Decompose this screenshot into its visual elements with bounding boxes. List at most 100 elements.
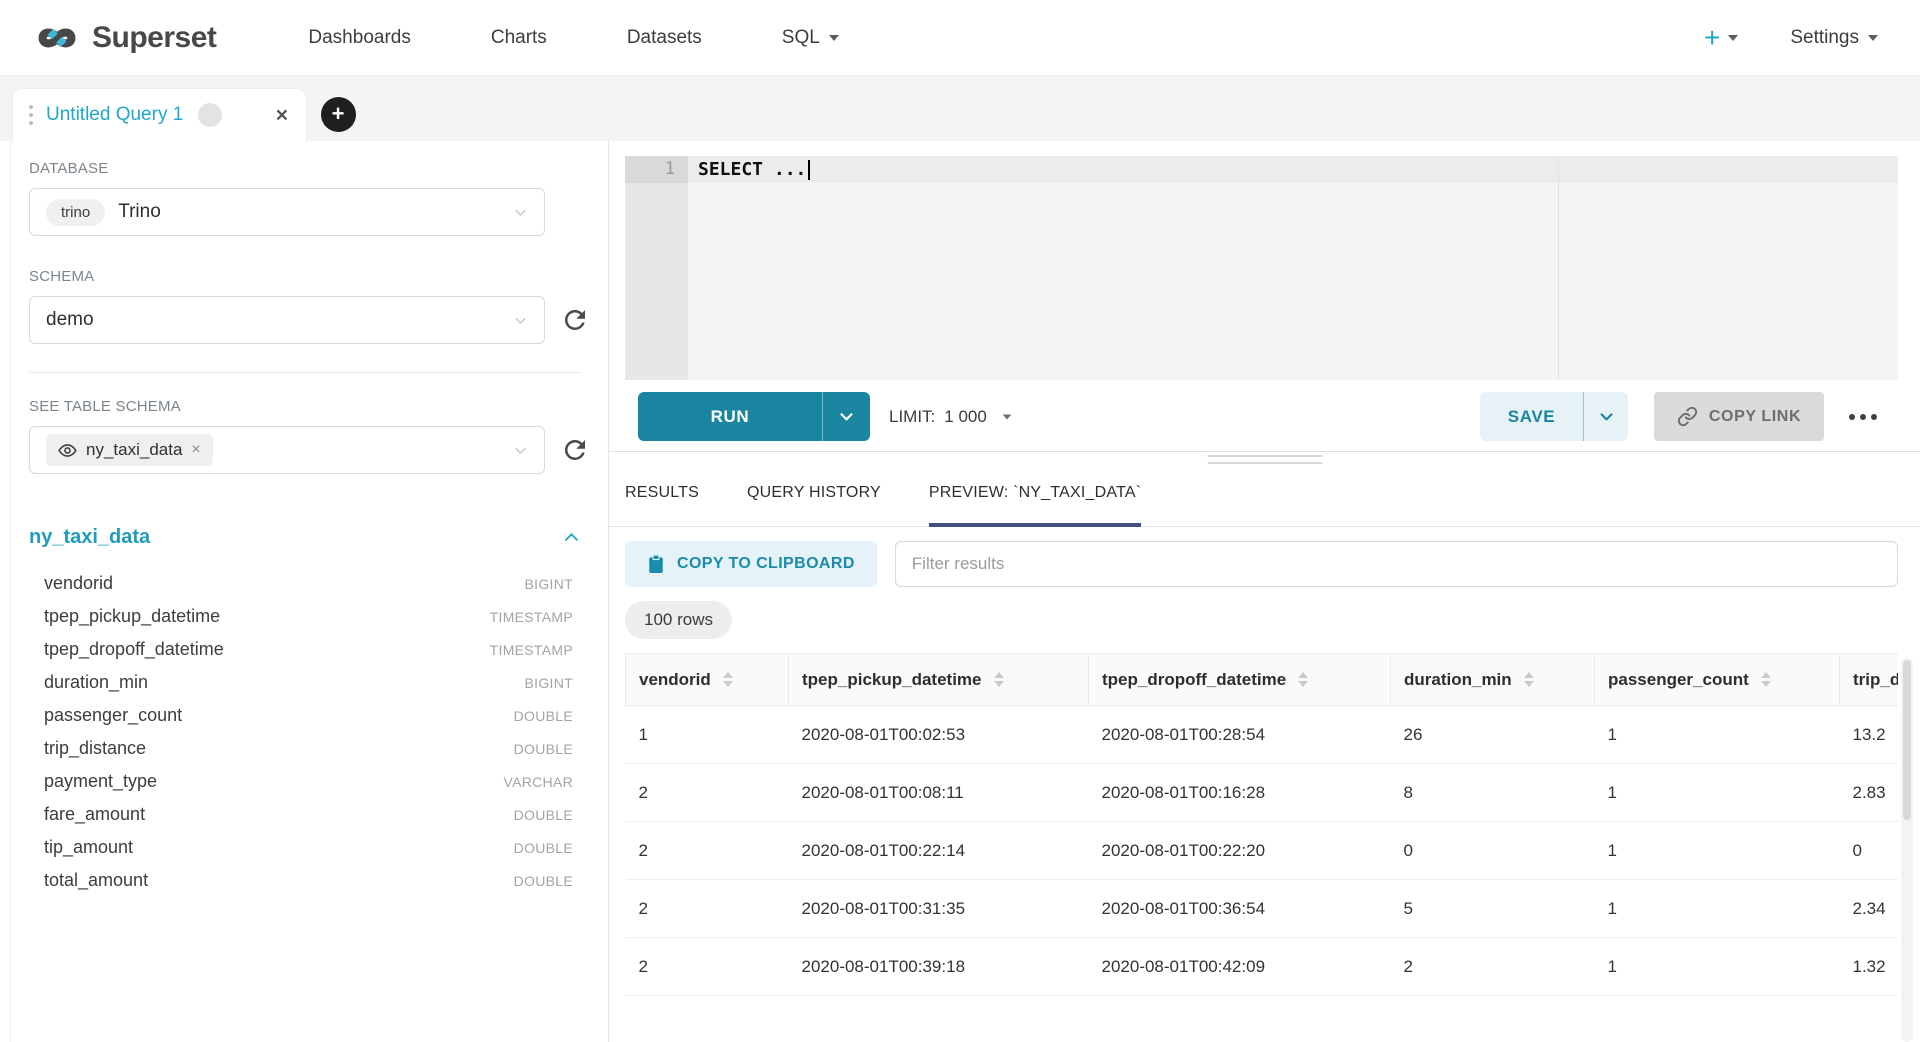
tab-results[interactable]: RESULTS xyxy=(625,484,699,526)
table-cell: 1 xyxy=(1595,880,1840,938)
query-tab[interactable]: Untitled Query 1 × xyxy=(12,88,307,141)
link-icon xyxy=(1677,406,1698,427)
table-cell: 2 xyxy=(626,938,789,996)
schema-column-row[interactable]: fare_amount DOUBLE xyxy=(29,798,573,831)
table-cell: 2020-08-01T00:28:54 xyxy=(1089,706,1391,764)
editor-gutter: 1 xyxy=(625,156,688,380)
save-button[interactable]: SAVE xyxy=(1480,392,1628,441)
schema-column-row[interactable]: payment_type VARCHAR xyxy=(29,765,573,798)
text-cursor xyxy=(808,160,810,180)
sort-icon[interactable] xyxy=(1761,672,1771,687)
table-name: ny_taxi_data xyxy=(29,526,150,549)
schema-select[interactable]: demo xyxy=(29,296,545,344)
column-type: BIGINT xyxy=(525,576,573,592)
run-options-chevron-icon[interactable] xyxy=(823,392,870,441)
database-select[interactable]: trino Trino xyxy=(29,188,545,236)
sort-icon[interactable] xyxy=(1298,672,1308,687)
filter-results-input[interactable] xyxy=(895,541,1898,587)
column-header[interactable]: vendorid xyxy=(626,654,789,706)
chevron-down-icon xyxy=(513,205,528,220)
selected-table-chip: ny_taxi_data × xyxy=(46,434,213,466)
table-cell: 2 xyxy=(626,822,789,880)
line-number: 1 xyxy=(625,156,688,183)
table-row: 22020-08-01T00:31:352020-08-01T00:36:545… xyxy=(626,880,1899,938)
tab-query-history[interactable]: QUERY HISTORY xyxy=(747,484,881,526)
unsaved-status-dot xyxy=(198,103,222,127)
schema-column-row[interactable]: duration_min BIGINT xyxy=(29,666,573,699)
column-header[interactable]: duration_min xyxy=(1391,654,1595,706)
column-name: payment_type xyxy=(44,771,157,792)
schema-column-row[interactable]: tip_amount DOUBLE xyxy=(29,831,573,864)
column-name: passenger_count xyxy=(44,705,182,726)
table-cell: 2020-08-01T00:39:18 xyxy=(789,938,1089,996)
column-header[interactable]: tpep_dropoff_datetime xyxy=(1089,654,1391,706)
nav-dashboards[interactable]: Dashboards xyxy=(308,27,410,49)
column-header-label: vendorid xyxy=(639,670,711,690)
schema-column-row[interactable]: trip_distance DOUBLE xyxy=(29,732,573,765)
panel-resize-divider xyxy=(609,451,1920,452)
close-tab-icon[interactable]: × xyxy=(276,105,288,126)
sort-icon[interactable] xyxy=(723,672,733,687)
column-type: BIGINT xyxy=(525,675,573,691)
sqllab-main-panel: 1 SELECT ... RUN LIMIT: 1 xyxy=(609,141,1920,1042)
table-cell: 2.34 xyxy=(1840,880,1899,938)
save-options-chevron-icon[interactable] xyxy=(1584,392,1628,441)
sort-icon[interactable] xyxy=(994,672,1004,687)
sqllab-sidebar: DATABASE trino Trino SCHEMA demo xyxy=(0,141,609,1042)
table-cell: 1 xyxy=(1595,822,1840,880)
nav-sql-menu[interactable]: SQL xyxy=(782,27,839,49)
nav-charts[interactable]: Charts xyxy=(491,27,547,49)
refresh-tables-icon[interactable] xyxy=(559,434,591,466)
table-cell: 2020-08-01T00:42:09 xyxy=(1089,938,1391,996)
scrollbar-thumb[interactable] xyxy=(1903,660,1911,820)
table-cell: 2020-08-01T00:36:54 xyxy=(1089,880,1391,938)
table-cell: 2 xyxy=(626,880,789,938)
copy-link-button[interactable]: COPY LINK xyxy=(1654,392,1824,441)
column-header[interactable]: tpep_pickup_datetime xyxy=(789,654,1089,706)
table-select[interactable]: ny_taxi_data × xyxy=(29,426,545,474)
schema-column-row[interactable]: passenger_count DOUBLE xyxy=(29,699,573,732)
column-header[interactable]: trip_distance xyxy=(1840,654,1899,706)
table-cell: 8 xyxy=(1391,764,1595,822)
sort-icon[interactable] xyxy=(1524,672,1534,687)
new-item-button[interactable]: + xyxy=(1704,24,1738,52)
schema-column-row[interactable]: tpep_dropoff_datetime TIMESTAMP xyxy=(29,633,573,666)
column-type: DOUBLE xyxy=(514,840,573,856)
editor-print-margin xyxy=(1558,156,1559,380)
column-header[interactable]: passenger_count xyxy=(1595,654,1840,706)
schema-column-row[interactable]: tpep_pickup_datetime TIMESTAMP xyxy=(29,600,573,633)
caret-down-icon xyxy=(1003,414,1012,419)
table-row: 22020-08-01T00:39:182020-08-01T00:42:092… xyxy=(626,938,1899,996)
add-tab-button[interactable]: + xyxy=(321,97,356,132)
copy-to-clipboard-button[interactable]: COPY TO CLIPBOARD xyxy=(625,541,877,587)
refresh-schemas-icon[interactable] xyxy=(559,304,591,336)
drag-handle-icon[interactable] xyxy=(29,105,33,125)
remove-table-icon[interactable]: × xyxy=(191,441,200,459)
table-row: 22020-08-01T00:08:112020-08-01T00:16:288… xyxy=(626,764,1899,822)
limit-dropdown[interactable]: LIMIT: 1 000 xyxy=(889,407,1012,427)
settings-menu[interactable]: Settings xyxy=(1790,27,1878,49)
schema-column-row[interactable]: total_amount DOUBLE xyxy=(29,864,573,897)
nav-datasets[interactable]: Datasets xyxy=(627,27,702,49)
chevron-up-icon[interactable] xyxy=(562,528,581,547)
table-cell: 2020-08-01T00:22:14 xyxy=(789,822,1089,880)
schema-column-row[interactable]: vendorid BIGINT xyxy=(29,567,573,600)
column-type: DOUBLE xyxy=(514,873,573,889)
superset-logo[interactable]: Superset xyxy=(34,21,216,55)
tab-preview-table[interactable]: PREVIEW: `NY_TAXI_DATA` xyxy=(929,484,1141,526)
results-scrollbar[interactable] xyxy=(1901,658,1913,1042)
editor-toolbar: RUN LIMIT: 1 000 SAVE xyxy=(609,392,1920,441)
add-tab-area: + xyxy=(307,88,369,141)
database-label: DATABASE xyxy=(29,160,608,177)
table-row: 22020-08-01T00:22:142020-08-01T00:22:200… xyxy=(626,822,1899,880)
table-cell: 1 xyxy=(1595,764,1840,822)
more-options-icon[interactable] xyxy=(1842,402,1884,432)
table-schema-header[interactable]: ny_taxi_data xyxy=(29,526,581,549)
table-cell: 2020-08-01T00:08:11 xyxy=(789,764,1089,822)
chevron-down-icon xyxy=(513,313,528,328)
table-cell: 2 xyxy=(1391,938,1595,996)
sql-editor[interactable]: 1 SELECT ... xyxy=(625,156,1898,380)
table-cell: 2020-08-01T00:02:53 xyxy=(789,706,1089,764)
resize-grip-handle[interactable] xyxy=(1207,455,1322,464)
run-button[interactable]: RUN xyxy=(638,392,870,441)
